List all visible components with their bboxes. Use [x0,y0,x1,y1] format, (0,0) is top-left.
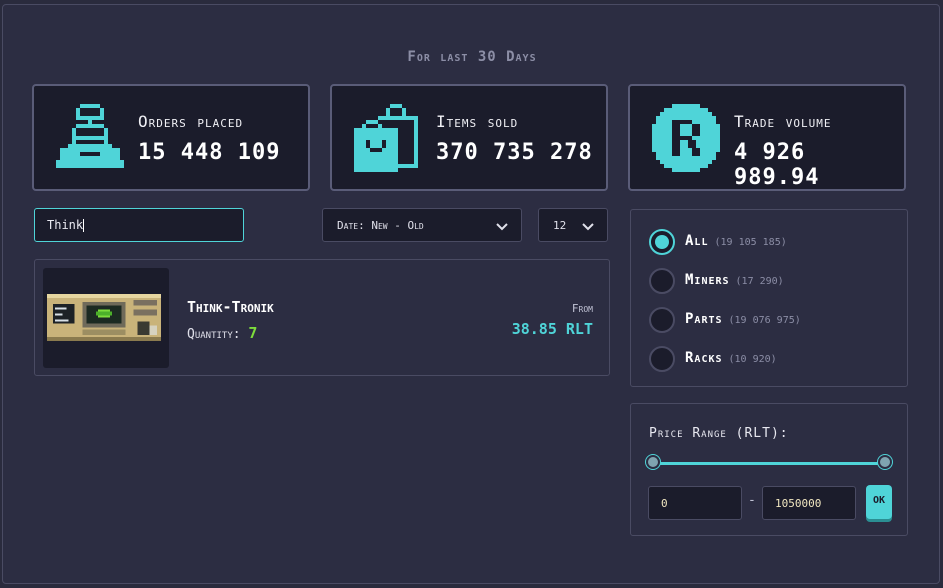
category-filter: All (19 105 185) Miners (17 290) Parts (19 … [630,209,908,387]
category-count: (19 076 975) [728,315,801,326]
price-from-label: From [571,302,593,315]
orders-placed-card: Orders placed 15 448 109 [32,84,310,191]
quantity-label: Quantity: [187,327,241,342]
category-label: Parts (19 076 975) [685,311,801,327]
category-label: Miners (17 290) [685,272,784,288]
per-page-selected: 12 [553,219,567,232]
rlt-coin-icon [652,104,720,172]
stat-label: Items sold [436,112,519,131]
cash-register-icon [56,104,124,168]
stat-value: 15 448 109 [138,140,281,165]
range-separator: - [748,493,756,508]
apply-price-button[interactable]: OK [866,485,892,519]
category-count: (10 920) [728,354,777,365]
search-input[interactable]: Think [34,208,244,242]
price-max-handle[interactable] [878,455,892,469]
item-name[interactable]: Think-Tronik [187,298,274,316]
item-thumbnail [43,268,169,368]
search-value: Think [47,218,84,232]
radio-button[interactable] [649,268,675,294]
category-count: (17 290) [735,276,784,287]
marketplace-panel: For last 30 Days Orders placed 15 448 10… [2,4,940,584]
items-sold-card: Items sold 370 735 278 [330,84,608,191]
price-range-track[interactable] [655,462,887,465]
price-min-handle[interactable] [646,455,660,469]
sort-selected: Date: New - Old [337,219,424,232]
shopping-bags-icon [354,104,418,172]
list-item[interactable]: Think-Tronik Quantity: 7 From 38.85 RLT [34,259,610,376]
price-range-title: Price Range (RLT): [649,426,789,441]
price-min-input[interactable]: 0 [648,486,742,520]
stat-value: 4 926 989.94 [734,140,820,190]
price-max-input[interactable]: 1050000 [762,486,856,520]
per-page-dropdown[interactable]: 12 [538,208,608,242]
stat-label: Orders placed [138,112,244,131]
quantity-value: 7 [248,324,258,342]
sort-dropdown[interactable]: Date: New - Old [322,208,522,242]
computer-rack-image [47,293,162,342]
item-quantity: Quantity: 7 [187,324,257,342]
item-price: 38.85 RLT [511,320,593,338]
radio-button[interactable] [649,346,675,372]
radio-button[interactable] [649,307,675,333]
chevron-down-icon [496,223,508,231]
price-range-filter: Price Range (RLT): 0 - 1050000 OK [630,403,908,536]
category-count: (19 105 185) [714,237,787,248]
period-title: For last 30 Days [407,49,537,65]
radio-button[interactable] [649,229,675,255]
stat-value: 370 735 278 [436,140,593,165]
stat-label: Trade volume [734,112,832,131]
category-label: Racks (10 920) [685,350,777,366]
trade-volume-card: Trade volume 4 926 989.94 [628,84,906,191]
category-label: All (19 105 185) [685,233,787,249]
chevron-down-icon [582,223,594,231]
text-caret [83,219,85,232]
